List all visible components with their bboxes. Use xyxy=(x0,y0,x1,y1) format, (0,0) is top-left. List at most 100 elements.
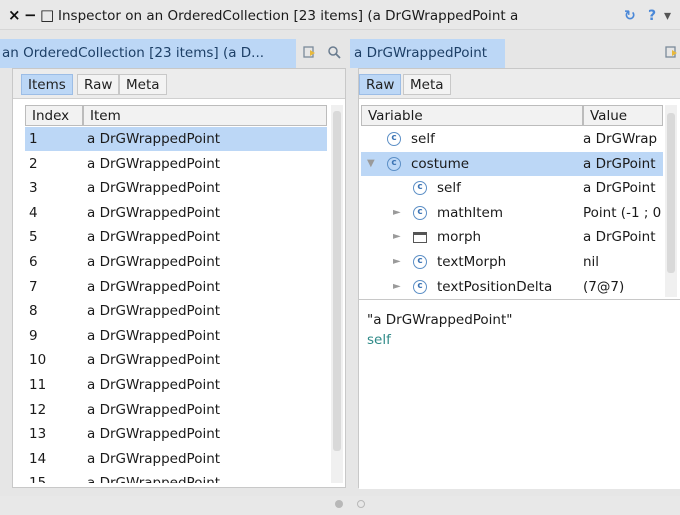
row-index: 15 xyxy=(29,471,79,483)
refresh-icon[interactable]: ↻ xyxy=(624,7,636,25)
table-row[interactable]: 15 a DrGWrappedPoint xyxy=(25,471,327,483)
items-scrollbar-thumb[interactable] xyxy=(333,111,341,451)
variables-tree: c self a DrGWrap ▼ c costume a DrGPoint c self a … xyxy=(361,127,663,297)
minimize-window-button[interactable]: − xyxy=(24,6,37,24)
subtab-items[interactable]: Items xyxy=(21,74,73,95)
subtab-meta[interactable]: Meta xyxy=(119,74,167,95)
expand-triangle-icon[interactable]: ► xyxy=(393,250,405,274)
tree-row[interactable]: ► c textMorph nil xyxy=(361,250,663,274)
row-index: 6 xyxy=(29,254,38,270)
variable-value: a DrGPoint xyxy=(583,155,656,172)
browse-icon[interactable] xyxy=(303,45,317,64)
table-row[interactable]: 8 a DrGWrappedPoint xyxy=(25,299,327,323)
column-header-value[interactable]: Value xyxy=(583,105,663,126)
subtab-meta[interactable]: Meta xyxy=(403,74,451,95)
tree-row[interactable]: ► c textPositionDelta (7@7) xyxy=(361,275,663,297)
pane-page-indicator-1[interactable] xyxy=(335,500,343,508)
items-subtab-bar: Items Raw Meta xyxy=(13,69,345,99)
row-item: a DrGWrappedPoint xyxy=(87,303,221,320)
variable-name: morph xyxy=(437,229,482,246)
inspect-icon[interactable] xyxy=(327,45,341,64)
expand-triangle-icon[interactable]: ► xyxy=(393,225,405,249)
subtab-raw[interactable]: Raw xyxy=(359,74,402,95)
row-index: 14 xyxy=(29,450,47,467)
row-item: a DrGWrappedPoint xyxy=(87,471,323,483)
window-title: Inspector on an OrderedCollection [23 it… xyxy=(58,8,519,24)
browse-icon[interactable] xyxy=(665,45,679,64)
tree-row[interactable]: ► morph a DrGPoint xyxy=(361,225,663,249)
row-index: 10 xyxy=(29,352,47,369)
pane-page-indicator-2[interactable] xyxy=(357,500,365,508)
table-row[interactable]: 12 a DrGWrappedPoint xyxy=(25,398,327,422)
subtab-raw[interactable]: Raw xyxy=(77,74,120,95)
row-item: a DrGWrappedPoint xyxy=(87,180,221,197)
row-index: 11 xyxy=(29,377,47,393)
tree-row[interactable]: ► c mathItem Point (-1 ; 0 xyxy=(361,201,663,225)
row-index: 4 xyxy=(29,204,38,221)
row-item: a DrGWrappedPoint xyxy=(87,131,221,147)
variable-name: textPositionDelta xyxy=(437,278,553,295)
variables-scrollbar-thumb[interactable] xyxy=(667,113,675,273)
tree-row[interactable]: c self a DrGPoint xyxy=(361,176,663,200)
variable-name: textMorph xyxy=(437,254,507,270)
code-pane[interactable]: "a DrGWrappedPoint" self xyxy=(359,299,680,489)
row-index: 9 xyxy=(29,327,38,344)
table-row[interactable]: 6 a DrGWrappedPoint xyxy=(25,250,327,274)
column-header-variable[interactable]: Variable xyxy=(361,105,583,126)
window-title-bar: × − □ Inspector on an OrderedCollection … xyxy=(0,0,680,30)
items-scrollbar[interactable] xyxy=(331,105,343,483)
variable-value: Point (-1 ; 0 xyxy=(583,204,662,221)
items-panel: Items Raw Meta Index Item 1 a DrGWrappedP… xyxy=(12,68,346,488)
window-menu-icon[interactable]: ▾ xyxy=(664,7,671,25)
row-index: 7 xyxy=(29,278,38,295)
close-window-button[interactable]: × xyxy=(8,6,21,24)
code-comment-line: "a DrGWrappedPoint" xyxy=(367,312,513,328)
row-item: a DrGWrappedPoint xyxy=(87,377,221,393)
inspector-tab-strip: an OrderedCollection [23 items] (a D... … xyxy=(0,39,680,68)
table-row[interactable]: 7 a DrGWrappedPoint xyxy=(25,275,327,299)
table-row[interactable]: 5 a DrGWrappedPoint xyxy=(25,225,327,249)
expand-triangle-icon[interactable]: ► xyxy=(393,201,405,225)
table-row[interactable]: 14 a DrGWrappedPoint xyxy=(25,447,327,471)
table-row[interactable]: 1 a DrGWrappedPoint xyxy=(25,127,327,151)
table-row[interactable]: 4 a DrGWrappedPoint xyxy=(25,201,327,225)
tree-row[interactable]: ▼ c costume a DrGPoint xyxy=(361,151,663,176)
variable-name: mathItem xyxy=(437,204,504,221)
tab-label: a DrGWrappedPoint xyxy=(354,45,488,61)
table-row[interactable]: 11 a DrGWrappedPoint xyxy=(25,373,327,397)
row-index: 2 xyxy=(29,155,38,172)
variable-value: a DrGWrap xyxy=(583,131,658,147)
code-self-line: self xyxy=(367,332,391,348)
expand-triangle-icon[interactable]: ► xyxy=(393,275,405,297)
variables-scrollbar[interactable] xyxy=(665,105,677,297)
row-item: a DrGWrappedPoint xyxy=(87,327,221,344)
tab-drg-wrapped-point[interactable]: a DrGWrappedPoint × xyxy=(350,39,505,68)
row-index: 1 xyxy=(29,131,38,147)
table-row[interactable]: 3 a DrGWrappedPoint xyxy=(25,176,327,200)
raw-subtab-bar: Raw Meta xyxy=(359,69,680,99)
collapse-triangle-icon[interactable]: ▼ xyxy=(367,152,379,176)
instance-variable-icon: c xyxy=(413,176,431,200)
row-item: a DrGWrappedPoint xyxy=(87,204,221,221)
table-row[interactable]: 13 a DrGWrappedPoint xyxy=(25,422,327,446)
instance-variable-icon: c xyxy=(413,275,431,297)
row-item: a DrGWrappedPoint xyxy=(87,401,221,418)
table-row[interactable]: 10 a DrGWrappedPoint xyxy=(25,348,327,372)
column-header-index[interactable]: Index xyxy=(25,105,83,126)
close-tab-icon[interactable]: × xyxy=(503,45,505,61)
instance-variable-icon: c xyxy=(413,250,431,274)
instance-variable-icon: c xyxy=(387,127,405,151)
morph-icon xyxy=(413,225,431,249)
variable-name: self xyxy=(437,180,461,197)
table-row[interactable]: 9 a DrGWrappedPoint xyxy=(25,324,327,348)
variable-name: self xyxy=(411,131,435,147)
variable-value: a DrGPoint xyxy=(583,180,656,197)
tree-row[interactable]: c self a DrGWrap xyxy=(361,127,663,151)
row-item: a DrGWrappedPoint xyxy=(87,254,221,270)
table-row[interactable]: 2 a DrGWrappedPoint xyxy=(25,152,327,176)
help-icon[interactable]: ? xyxy=(648,7,656,25)
variable-value: (7@7) xyxy=(583,278,625,295)
tab-ordered-collection[interactable]: an OrderedCollection [23 items] (a D... xyxy=(0,39,296,68)
maximize-window-button[interactable]: □ xyxy=(40,6,54,24)
column-header-item[interactable]: Item xyxy=(83,105,327,126)
